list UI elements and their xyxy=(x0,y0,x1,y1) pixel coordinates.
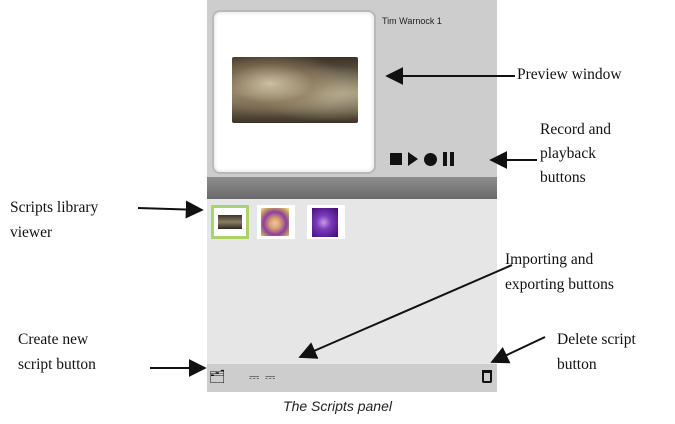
figure-caption: The Scripts panel xyxy=(283,398,392,414)
callout-arrows xyxy=(137,67,546,377)
arrow-import-export xyxy=(298,264,513,359)
arrow-delete-script xyxy=(490,336,546,364)
arrow-scripts-library xyxy=(137,200,204,219)
